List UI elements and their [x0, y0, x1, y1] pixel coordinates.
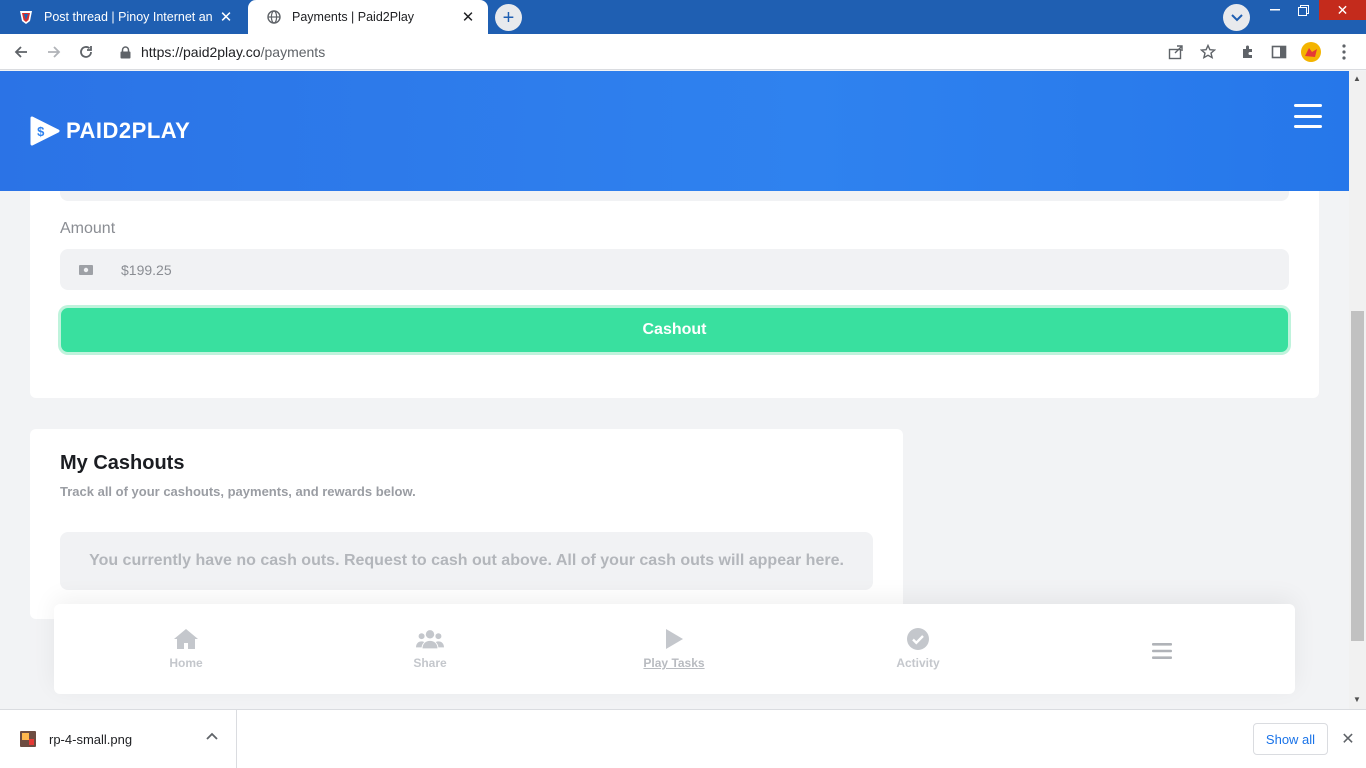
nav-label: Share — [413, 656, 447, 670]
page-viewport: $ PAID2PLAY Amount Cashout My Cashouts T… — [0, 71, 1349, 709]
url-path: /payments — [260, 44, 326, 60]
site-favicon-icon — [18, 9, 34, 25]
more-vertical-icon — [1342, 44, 1346, 60]
site-logo[interactable]: $ PAID2PLAY — [30, 116, 190, 146]
show-all-button[interactable]: Show all — [1253, 723, 1328, 755]
chevron-up-icon[interactable] — [206, 732, 218, 740]
share-button[interactable] — [1164, 40, 1188, 64]
menu-icon — [1148, 638, 1176, 664]
my-cashouts-subtitle: Track all of your cashouts, payments, an… — [60, 484, 416, 499]
tab-payments[interactable]: Payments | Paid2Play ✕ — [248, 0, 488, 34]
tab-search-button[interactable] — [1223, 4, 1250, 31]
tab-title: Payments | Paid2Play — [292, 10, 415, 24]
cashout-button[interactable]: Cashout — [60, 307, 1289, 353]
svg-text:$: $ — [37, 124, 45, 139]
scrollbar-thumb[interactable] — [1351, 311, 1364, 641]
nav-label: Home — [169, 656, 203, 670]
url-host: https://paid2play.co — [141, 44, 261, 60]
forward-button[interactable] — [42, 40, 66, 64]
menu-icon[interactable] — [1294, 104, 1322, 128]
back-button[interactable] — [9, 40, 33, 64]
profile-button[interactable] — [1299, 40, 1323, 64]
restore-button[interactable] — [1289, 0, 1317, 20]
tab-title: Post thread | Pinoy Internet and Te — [44, 10, 212, 24]
scroll-up-arrow-icon[interactable]: ▲ — [1353, 74, 1361, 83]
image-file-icon — [20, 731, 36, 747]
reload-button[interactable] — [74, 40, 98, 64]
tab-post-thread[interactable]: Post thread | Pinoy Internet and Te ✕ — [0, 0, 246, 34]
chevron-down-icon — [1230, 13, 1243, 21]
my-cashouts-card: My Cashouts Track all of your cashouts, … — [30, 429, 903, 619]
globe-icon — [266, 9, 282, 25]
minimize-button[interactable] — [1261, 0, 1289, 20]
extensions-button[interactable] — [1236, 40, 1260, 64]
nav-item-play-tasks[interactable]: Play Tasks — [614, 604, 734, 694]
page-scrollbar[interactable]: ▲ ▼ — [1349, 71, 1366, 709]
puzzle-icon — [1243, 45, 1252, 58]
avatar — [1301, 42, 1321, 62]
share-icon — [1168, 45, 1183, 60]
star-icon — [1200, 44, 1216, 59]
scroll-down-arrow-icon[interactable]: ▼ — [1353, 695, 1361, 704]
arrow-right-icon — [48, 46, 61, 58]
play-icon — [660, 626, 688, 652]
chrome-menu-button[interactable] — [1332, 40, 1356, 64]
side-panel-icon — [1271, 45, 1287, 59]
browser-tabstrip: Post thread | Pinoy Internet and Te ✕ Pa… — [0, 0, 1366, 34]
users-icon — [416, 626, 444, 652]
nav-label: Activity — [896, 656, 940, 670]
my-cashouts-title: My Cashouts — [60, 452, 185, 474]
empty-cashouts-message: You currently have no cash outs. Request… — [60, 532, 873, 590]
bookmark-button[interactable] — [1196, 40, 1220, 64]
lock-icon — [120, 45, 131, 59]
nav-item-activity[interactable]: Activity — [858, 604, 978, 694]
site-header: $ PAID2PLAY — [0, 71, 1349, 191]
logo-text: PAID2PLAY — [66, 118, 191, 143]
download-file-name: rp-4-small.png — [49, 731, 133, 747]
nav-label: Play Tasks — [643, 656, 705, 670]
money-bill-icon — [79, 264, 93, 275]
amount-field[interactable] — [60, 249, 1289, 290]
home-icon — [172, 626, 200, 652]
previous-field[interactable] — [60, 191, 1289, 201]
bottom-nav: Home Share Play Tasks Activity — [54, 604, 1295, 694]
check-circle-icon — [904, 626, 932, 652]
close-tab-icon[interactable]: ✕ — [218, 9, 234, 26]
logo-play-icon: $ — [30, 116, 60, 146]
amount-input[interactable] — [121, 261, 521, 278]
reload-icon — [80, 46, 92, 58]
side-panel-button[interactable] — [1267, 40, 1291, 64]
browser-toolbar: https://paid2play.co/payments — [0, 34, 1366, 70]
arrow-left-icon — [14, 46, 27, 58]
download-bar: rp-4-small.png Show all ✕ — [0, 709, 1366, 768]
download-item[interactable]: rp-4-small.png — [0, 710, 237, 768]
nav-item-home[interactable]: Home — [126, 604, 246, 694]
close-window-button[interactable]: ✕ — [1319, 0, 1366, 20]
amount-label: Amount — [60, 220, 116, 237]
new-tab-button[interactable]: + — [495, 4, 522, 31]
close-tab-icon[interactable]: ✕ — [460, 9, 476, 26]
address-bar[interactable]: https://paid2play.co/payments — [108, 37, 1228, 67]
payout-form-card: Amount Cashout — [30, 191, 1319, 398]
nav-item-menu[interactable] — [1102, 604, 1222, 694]
close-icon[interactable]: ✕ — [1338, 729, 1358, 749]
nav-item-share[interactable]: Share — [370, 604, 490, 694]
